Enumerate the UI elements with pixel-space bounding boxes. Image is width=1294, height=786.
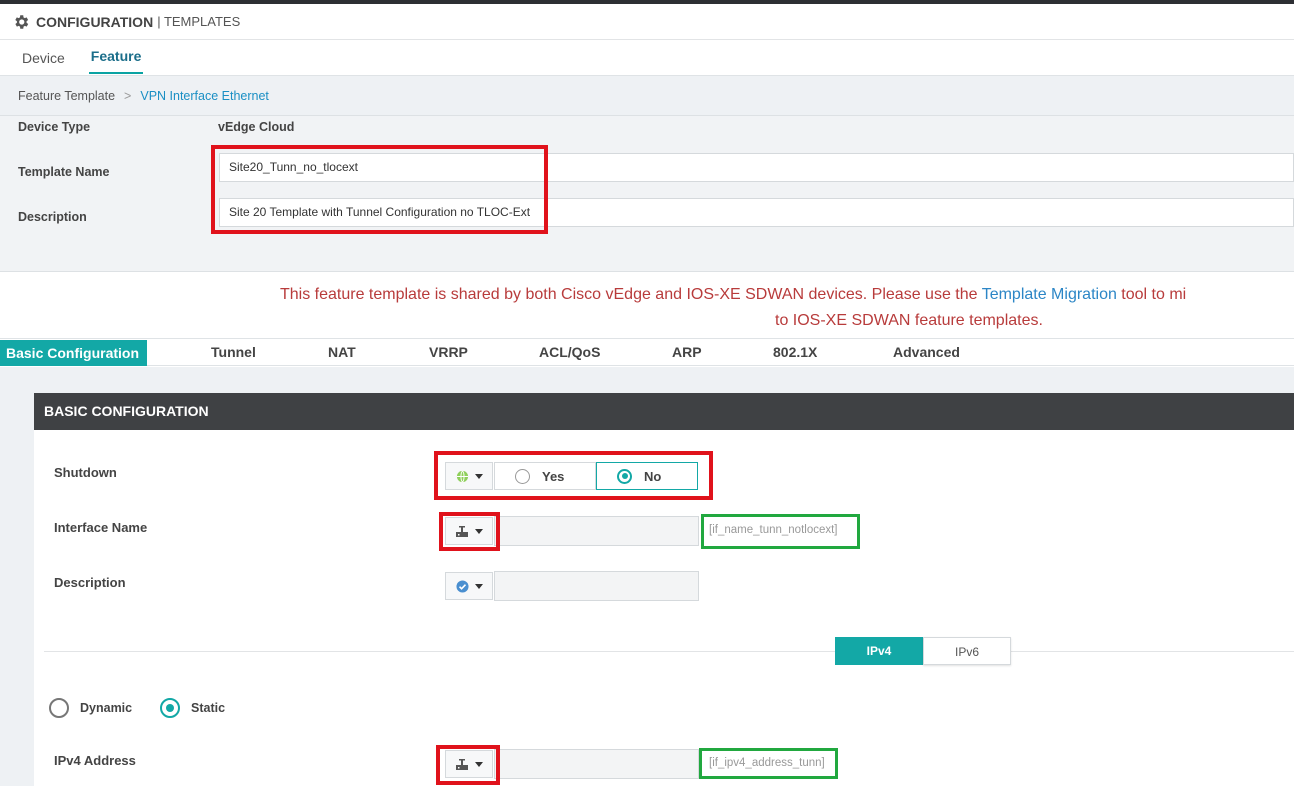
tab-feature[interactable]: Feature bbox=[88, 48, 144, 74]
default-check-icon bbox=[455, 579, 469, 593]
section-divider bbox=[44, 651, 1294, 652]
radio-dynamic-icon bbox=[49, 698, 69, 718]
description-scope-dropdown[interactable] bbox=[445, 572, 493, 600]
description-field-input[interactable] bbox=[494, 571, 699, 601]
notice-text-part2: tool to mi bbox=[1116, 286, 1187, 303]
radio-static-icon bbox=[160, 698, 180, 718]
chevron-down-icon bbox=[474, 583, 483, 589]
gear-icon bbox=[15, 14, 29, 29]
highlight-ipv4-variable bbox=[699, 748, 838, 779]
device-type-label: Device Type bbox=[18, 120, 91, 134]
dynamic-label: Dynamic bbox=[80, 701, 133, 715]
breadcrumb-separator: > bbox=[124, 88, 132, 103]
shutdown-label: Shutdown bbox=[54, 465, 117, 480]
interface-name-label: Interface Name bbox=[54, 520, 148, 535]
basic-configuration-heading: BASIC CONFIGURATION bbox=[34, 393, 1294, 430]
ipv4-address-label: IPv4 Address bbox=[54, 753, 136, 768]
tab-vrrp[interactable]: VRRP bbox=[429, 344, 468, 360]
static-option[interactable]: Static bbox=[160, 698, 225, 718]
dynamic-option[interactable]: Dynamic bbox=[49, 698, 132, 718]
tab-8021x[interactable]: 802.1X bbox=[773, 344, 817, 360]
tab-nat[interactable]: NAT bbox=[328, 344, 356, 360]
ipv6-toggle[interactable]: IPv6 bbox=[923, 637, 1011, 665]
page-subtitle: | TEMPLATES bbox=[157, 14, 241, 29]
highlight-template-fields bbox=[211, 145, 548, 234]
highlight-interface-scope bbox=[439, 512, 500, 551]
tab-basic-configuration[interactable]: Basic Configuration bbox=[0, 340, 147, 366]
notice-text-part1: This feature template is shared by both … bbox=[280, 286, 982, 303]
tab-acl-qos[interactable]: ACL/QoS bbox=[539, 344, 600, 360]
template-name-label: Template Name bbox=[18, 165, 110, 179]
page-header: CONFIGURATION | TEMPLATES bbox=[0, 4, 1294, 40]
static-label: Static bbox=[191, 701, 226, 715]
breadcrumb-current: VPN Interface Ethernet bbox=[140, 88, 269, 103]
tab-tunnel[interactable]: Tunnel bbox=[211, 344, 256, 360]
breadcrumb-feature-template[interactable]: Feature Template bbox=[18, 89, 115, 103]
breadcrumb: Feature Template > VPN Interface Etherne… bbox=[0, 75, 1294, 115]
tab-device[interactable]: Device bbox=[22, 50, 65, 74]
tab-advanced[interactable]: Advanced bbox=[893, 344, 960, 360]
section-tabs: Basic Configuration Tunnel NAT VRRP ACL/… bbox=[0, 338, 1294, 366]
ipv4-address-input[interactable] bbox=[494, 749, 699, 779]
highlight-ipv4-scope bbox=[436, 745, 500, 785]
page-title: CONFIGURATION bbox=[36, 13, 154, 30]
device-type-value: vEdge Cloud bbox=[218, 120, 295, 134]
template-tabs: Device Feature bbox=[0, 40, 1294, 74]
interface-name-input[interactable] bbox=[494, 516, 699, 546]
ipv4-toggle[interactable]: IPv4 bbox=[835, 637, 923, 665]
highlight-shutdown bbox=[434, 451, 713, 500]
highlight-interface-variable bbox=[701, 514, 860, 549]
template-meta-panel: Device Type vEdge Cloud Template Name Si… bbox=[0, 115, 1294, 272]
description-field-label: Description bbox=[54, 575, 126, 590]
notice-text-line2: to IOS-XE SDWAN feature templates. bbox=[775, 312, 1043, 329]
description-label: Description bbox=[18, 210, 87, 224]
tab-arp[interactable]: ARP bbox=[672, 344, 702, 360]
template-migration-link[interactable]: Template Migration bbox=[982, 286, 1117, 303]
